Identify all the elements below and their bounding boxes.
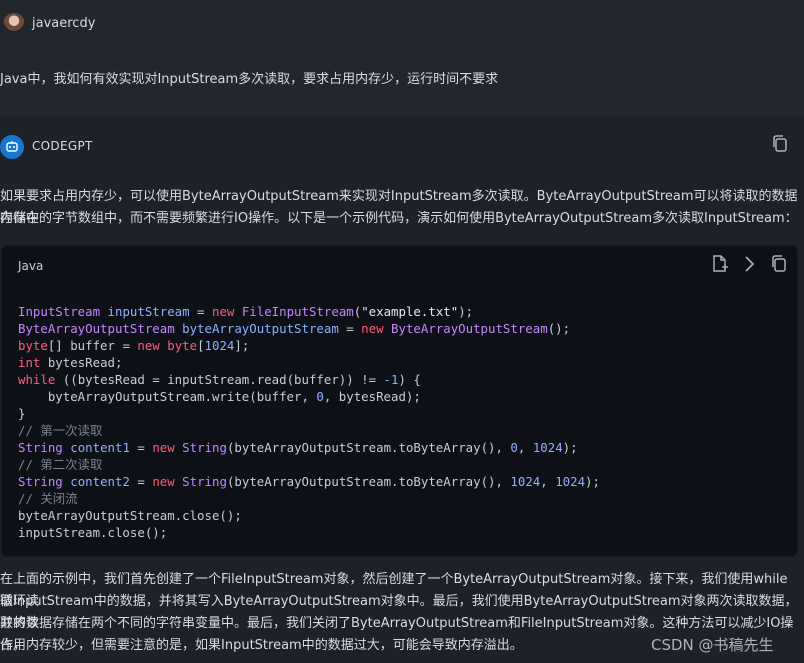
- code-token: // 第二次读取: [18, 457, 103, 472]
- code-token: =: [129, 440, 153, 455]
- code-token: [: [197, 338, 205, 353]
- code-token: ();: [547, 321, 571, 336]
- code-token: ByteArrayOutputStream: [391, 321, 548, 336]
- code-token: [] buffer =: [47, 338, 138, 353]
- code-token: new: [211, 304, 235, 319]
- bot-avatar: [0, 135, 24, 159]
- code-block: Java InputStream inputStream = new FileI…: [1, 245, 798, 557]
- code-token: String: [18, 474, 63, 489]
- code-token: 1024: [510, 474, 541, 489]
- copy-code-icon[interactable]: [769, 254, 789, 274]
- code-token: );: [562, 440, 578, 455]
- code-token: 1024: [204, 338, 235, 353]
- code-token: (byteArrayOutputStream.toByteArray(),: [226, 474, 511, 489]
- code-token: 1024: [532, 440, 563, 455]
- code-line: InputStream inputStream = new FileInputS…: [18, 303, 600, 320]
- code-token: =: [189, 304, 212, 319]
- code-token: InputStream: [18, 304, 101, 319]
- bot-name: CODEGPT: [32, 139, 93, 153]
- code-token: ,: [540, 474, 556, 489]
- code-line: // 关闭流: [18, 490, 600, 507]
- code-line: // 第二次读取: [18, 456, 600, 473]
- code-token: "example.txt": [361, 304, 459, 319]
- code-line: }: [18, 405, 600, 422]
- code-token: byteArrayOutputStream.write(buffer,: [18, 389, 317, 404]
- code-token: );: [458, 304, 474, 319]
- username: javaercdy: [32, 16, 96, 31]
- code-token: , bytesRead);: [323, 389, 421, 404]
- code-token: String: [18, 440, 63, 455]
- user-message: javaercdy Java中，我如何有效实现对InputStream多次读取，…: [0, 0, 804, 116]
- code-token: ) {: [398, 372, 421, 387]
- code-token: inputStream.close();: [18, 525, 168, 540]
- code-token: String: [182, 474, 227, 489]
- code-line: int bytesRead;: [18, 354, 600, 371]
- code-token: new: [137, 338, 160, 353]
- code-token: byte: [18, 338, 48, 353]
- code-line: ByteArrayOutputStream byteArrayOutputStr…: [18, 320, 600, 337]
- code-token: -1: [383, 372, 399, 387]
- code-token: FileInputStream: [241, 304, 354, 319]
- code-line: byte[] buffer = new byte[1024];: [18, 337, 600, 354]
- user-question: Java中，我如何有效实现对InputStream多次读取，要求占用内存少，运行…: [0, 72, 499, 87]
- code-token: 0: [510, 440, 518, 455]
- code-token: new: [361, 321, 384, 336]
- code-token: ];: [234, 338, 250, 353]
- code-token: while: [18, 372, 56, 387]
- code-token: ((bytesRead = inputStream.read(buffer)) …: [55, 372, 384, 387]
- code-token: // 关闭流: [18, 491, 78, 506]
- code-token: content1: [70, 440, 130, 455]
- code-token: );: [585, 474, 600, 489]
- code-content: InputStream inputStream = new FileInputS…: [18, 303, 600, 541]
- code-token: new: [152, 440, 175, 455]
- code-token: (byteArrayOutputStream.toByteArray(),: [226, 440, 511, 455]
- bot-header: CODEGPT: [0, 126, 804, 166]
- code-line: String content1 = new String(byteArrayOu…: [18, 439, 600, 456]
- code-token: // 第一次读取: [18, 423, 103, 438]
- code-token: bytesRead;: [40, 355, 123, 370]
- code-token: ,: [517, 440, 533, 455]
- copy-answer-icon[interactable]: [770, 134, 790, 154]
- code-token: 1024: [555, 474, 586, 489]
- code-token: byteArrayOutputStream: [182, 321, 339, 336]
- code-token: content2: [70, 474, 130, 489]
- code-token: ByteArrayOutputStream: [18, 321, 175, 336]
- chevron-right-icon[interactable]: [739, 254, 759, 274]
- code-line: // 第一次读取: [18, 422, 600, 439]
- code-token: new: [152, 474, 175, 489]
- robot-icon: [6, 141, 18, 152]
- code-token: String: [182, 440, 227, 455]
- code-language-label: Java: [18, 259, 44, 273]
- code-line: inputStream.close();: [18, 524, 600, 541]
- watermark: CSDN @书稿先生: [651, 636, 774, 654]
- code-token: 0: [316, 389, 324, 404]
- code-line: byteArrayOutputStream.write(buffer, 0, b…: [18, 388, 600, 405]
- code-token: int: [18, 355, 41, 370]
- code-token: byte: [167, 338, 198, 353]
- new-file-icon[interactable]: [709, 254, 729, 274]
- user-avatar: [3, 13, 25, 35]
- code-token: =: [338, 321, 362, 336]
- code-token: }: [18, 406, 26, 421]
- code-token: byteArrayOutputStream.close();: [18, 508, 242, 523]
- code-toolbar: [709, 254, 789, 274]
- code-line: byteArrayOutputStream.close();: [18, 507, 600, 524]
- code-token: inputStream: [107, 304, 190, 319]
- code-token: =: [129, 474, 153, 489]
- code-line: while ((bytesRead = inputStream.read(buf…: [18, 371, 600, 388]
- code-line: String content2 = new String(byteArrayOu…: [18, 473, 600, 490]
- answer-intro-line-2: 内存中的字节数组中，而不需要频繁进行IO操作。以下是一个示例代码，演示如何使用B…: [0, 211, 798, 226]
